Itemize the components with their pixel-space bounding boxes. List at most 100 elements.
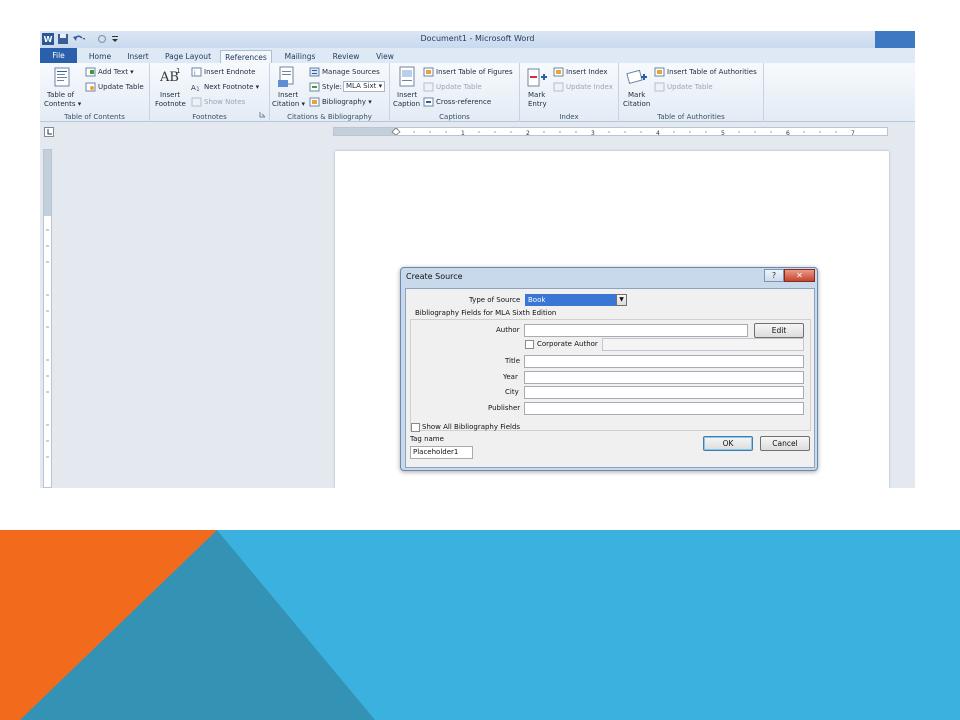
style-dropdown[interactable]: MLA Sixt ▾ xyxy=(343,81,385,92)
insert-citation-label-1[interactable]: Insert xyxy=(278,91,298,99)
cross-reference-button[interactable]: Cross-reference xyxy=(436,98,491,106)
ruler-tick: 4 xyxy=(656,130,660,137)
ribbon-tabs: File Home Insert Page Layout References … xyxy=(40,48,915,63)
insert-citation-icon[interactable] xyxy=(278,66,296,90)
corporate-author-checkbox[interactable] xyxy=(525,340,534,349)
tab-file[interactable]: File xyxy=(40,48,77,63)
dialog-launcher-icon[interactable] xyxy=(259,111,266,120)
city-label: City xyxy=(505,388,519,396)
insert-footnote-label-1[interactable]: Insert xyxy=(160,91,180,99)
add-text-button[interactable]: Add Text ▾ xyxy=(98,68,134,76)
window-title: Document1 - Microsoft Word xyxy=(420,34,535,43)
author-field[interactable] xyxy=(524,324,748,337)
insert-table-of-authorities-button[interactable]: Insert Table of Authorities xyxy=(667,68,757,76)
mark-citation-icon[interactable] xyxy=(626,68,648,90)
mark-entry-label-2[interactable]: Entry xyxy=(528,100,547,108)
year-label: Year xyxy=(503,373,518,381)
update-table-icon xyxy=(85,82,96,94)
update-index-icon xyxy=(553,82,564,94)
tag-name-label: Tag name xyxy=(410,435,444,443)
insert-caption-label-1[interactable]: Insert xyxy=(397,91,417,99)
ruler-tick: 1 xyxy=(461,130,465,137)
insert-caption-icon[interactable] xyxy=(399,66,415,90)
group-table-of-contents: Table of Contents ▾ Add Text ▾ Update Ta… xyxy=(40,63,150,122)
bibliography-button[interactable]: Bibliography ▾ xyxy=(322,98,372,106)
group-label-index: Index xyxy=(559,113,579,121)
add-text-icon xyxy=(85,67,96,79)
manage-sources-button[interactable]: Manage Sources xyxy=(322,68,380,76)
style-label: Style: xyxy=(322,83,342,91)
mark-entry-icon[interactable] xyxy=(527,68,549,90)
insert-endnote-button[interactable]: Insert Endnote xyxy=(204,68,255,76)
insert-footnote-icon[interactable]: AB 1 xyxy=(159,67,182,87)
insert-footnote-label-2[interactable]: Footnote xyxy=(155,100,186,108)
insert-citation-label-2[interactable]: Citation ▾ xyxy=(272,100,305,108)
author-label: Author xyxy=(496,326,520,334)
insert-caption-label-2[interactable]: Caption xyxy=(393,100,420,108)
type-of-source-select[interactable]: Book xyxy=(525,294,626,306)
show-notes-icon xyxy=(191,97,202,109)
show-all-fields-label: Show All Bibliography Fields xyxy=(422,423,521,431)
tab-view[interactable]: View xyxy=(370,50,400,63)
update-index-button[interactable]: Update Index xyxy=(566,83,613,91)
table-of-contents-label-1[interactable]: Table of xyxy=(47,91,74,99)
table-of-contents-label-2[interactable]: Contents ▾ xyxy=(44,100,81,108)
insert-table-of-figures-button[interactable]: Insert Table of Figures xyxy=(436,68,513,76)
word-window: W Document1 - Microsoft Word File Home I… xyxy=(40,31,915,488)
help-button[interactable]: ? xyxy=(764,269,784,282)
update-table-authorities-button[interactable]: Update Table xyxy=(667,83,713,91)
mark-citation-label-2[interactable]: Citation xyxy=(623,100,650,108)
vertical-ruler[interactable] xyxy=(43,149,52,488)
mark-entry-label-1[interactable]: Mark xyxy=(528,91,545,99)
show-notes-button[interactable]: Show Notes xyxy=(204,98,245,106)
dialog-title: Create Source xyxy=(406,272,463,281)
decorative-background xyxy=(0,530,960,720)
tab-selector-icon[interactable] xyxy=(44,127,54,137)
horizontal-ruler[interactable]: 1 2 3 4 5 6 7 xyxy=(333,127,888,137)
ruler-tick: 2 xyxy=(526,130,530,137)
ok-button[interactable]: OK xyxy=(703,436,753,451)
title-field[interactable] xyxy=(524,355,804,368)
insert-index-button[interactable]: Insert Index xyxy=(566,68,608,76)
publisher-field[interactable] xyxy=(524,402,804,415)
group-label-footnotes: Footnotes xyxy=(192,113,227,121)
show-all-fields-checkbox[interactable] xyxy=(411,423,420,432)
group-label-captions: Captions xyxy=(439,113,470,121)
update-table-authorities-icon xyxy=(654,82,665,94)
next-footnote-button[interactable]: Next Footnote ▾ xyxy=(204,83,259,91)
chevron-down-icon[interactable]: ▼ xyxy=(616,294,627,306)
bibliography-icon xyxy=(309,97,320,109)
mark-citation-label-1[interactable]: Mark xyxy=(628,91,645,99)
group-table-of-authorities: Mark Citation Insert Table of Authoritie… xyxy=(619,63,764,122)
group-index: Mark Entry Insert Index Update Index Ind… xyxy=(520,63,619,122)
ruler-tick: 7 xyxy=(851,130,855,137)
update-table-captions-button[interactable]: Update Table xyxy=(436,83,482,91)
tab-mailings[interactable]: Mailings xyxy=(280,50,320,63)
tab-references[interactable]: References xyxy=(220,50,272,63)
group-footnotes: AB 1 Insert Footnote i Insert Endnote A1 … xyxy=(150,63,270,122)
corporate-author-field[interactable] xyxy=(602,338,804,351)
tab-page-layout[interactable]: Page Layout xyxy=(162,50,214,63)
tab-review[interactable]: Review xyxy=(328,50,364,63)
window-controls[interactable] xyxy=(875,31,915,48)
corporate-author-label: Corporate Author xyxy=(537,340,598,348)
title-label: Title xyxy=(505,357,521,365)
edit-button[interactable]: Edit xyxy=(754,323,804,338)
table-of-contents-icon[interactable] xyxy=(54,67,70,89)
cross-reference-icon xyxy=(423,97,434,109)
type-of-source-label: Type of Source xyxy=(469,296,521,304)
close-button[interactable]: ✕ xyxy=(784,269,815,282)
year-field[interactable] xyxy=(524,371,804,384)
fields-heading: Bibliography Fields for MLA Sixth Editio… xyxy=(414,309,558,317)
tab-home[interactable]: Home xyxy=(84,50,116,63)
tag-name-field[interactable]: Placeholder1 xyxy=(410,446,473,459)
ribbon: Table of Contents ▾ Add Text ▾ Update Ta… xyxy=(40,63,915,122)
insert-table-of-authorities-icon xyxy=(654,67,665,79)
tab-insert[interactable]: Insert xyxy=(122,50,154,63)
update-table-button[interactable]: Update Table xyxy=(98,83,144,91)
cancel-button[interactable]: Cancel xyxy=(760,436,810,451)
ruler-tick: 3 xyxy=(591,130,595,137)
city-field[interactable] xyxy=(524,386,804,399)
insert-table-of-figures-icon xyxy=(423,67,434,79)
ruler-tick: 5 xyxy=(721,130,725,137)
